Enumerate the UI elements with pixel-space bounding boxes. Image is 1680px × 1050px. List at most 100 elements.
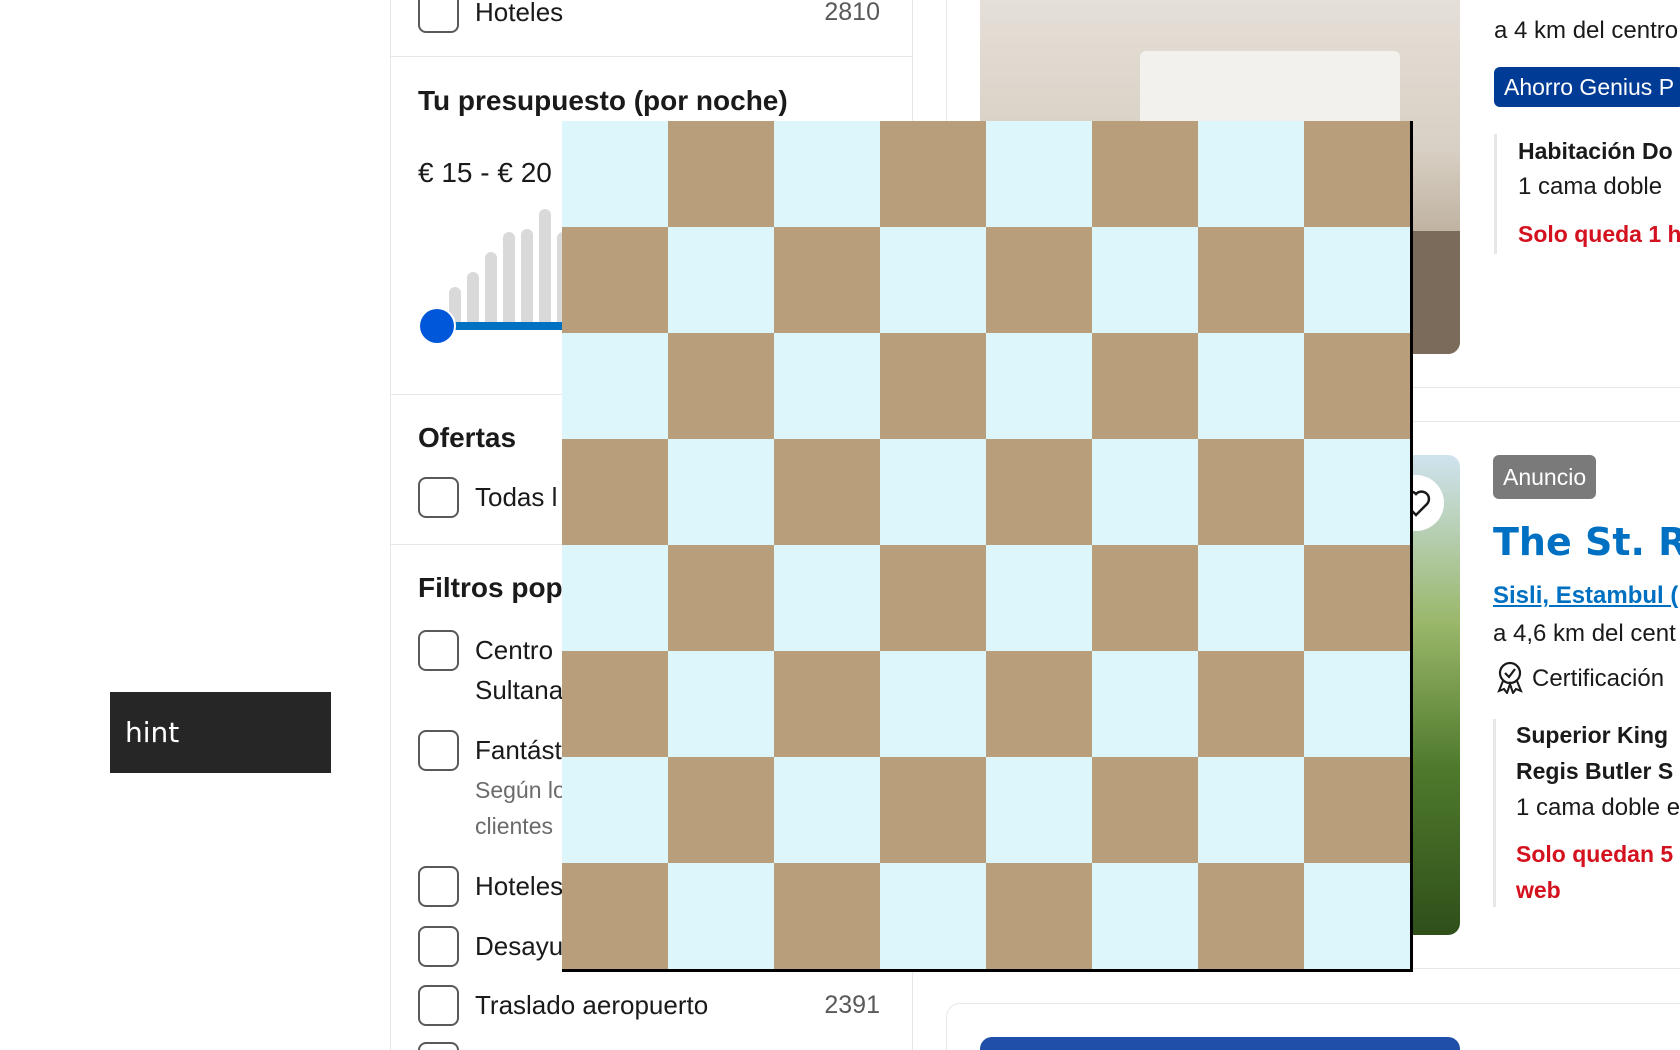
filter-label: Desayu: [475, 931, 564, 961]
hotel-name-link[interactable]: The St. Re: [1493, 520, 1680, 564]
checker-square: [880, 439, 986, 545]
filter-checkbox[interactable]: [418, 730, 459, 771]
checker-square: [562, 757, 668, 863]
filter-label: Traslado aeropuerto: [475, 990, 709, 1020]
filter-checkbox[interactable]: [418, 630, 459, 671]
ad-badge: Anuncio: [1493, 455, 1597, 499]
availability-warning: Solo queda 1 h: [1518, 221, 1680, 247]
filter-checkbox[interactable]: [418, 866, 459, 907]
filter-label: Hoteles: [475, 871, 564, 901]
certification-text: Certificación: [1532, 665, 1665, 692]
checker-square: [1092, 545, 1198, 651]
checker-square: [1304, 121, 1410, 227]
histogram-bar: [521, 229, 533, 327]
filter-row-next[interactable]: [418, 1042, 880, 1050]
checker-square: [1198, 863, 1304, 969]
checker-square: [1304, 227, 1410, 333]
result-card: [946, 1003, 1680, 1050]
checker-square: [562, 651, 668, 757]
checkerboard-overlay: [562, 121, 1413, 972]
checker-square: [986, 121, 1092, 227]
bed-info: 1 cama doble: [1518, 173, 1663, 200]
histogram-bar: [467, 272, 479, 327]
bed-info: 1 cama doble e: [1516, 794, 1680, 821]
room-name: Habitación Do: [1518, 138, 1673, 164]
checker-square: [1304, 439, 1410, 545]
checker-square: [880, 545, 986, 651]
hotel-photo[interactable]: [980, 1037, 1460, 1050]
genius-badge: Ahorro Genius P: [1494, 67, 1680, 107]
filter-checkbox[interactable]: [418, 926, 459, 967]
filter-checkbox[interactable]: [418, 985, 459, 1026]
checker-square: [880, 863, 986, 969]
filter-label: Centro: [475, 635, 554, 665]
checker-square: [562, 227, 668, 333]
checker-square: [668, 863, 774, 969]
distance-text: a 4 km del centro: [1494, 17, 1679, 44]
checker-square: [562, 333, 668, 439]
filter-count: 2391: [824, 991, 880, 1019]
checker-square: [1092, 651, 1198, 757]
checker-square: [880, 651, 986, 757]
checker-square: [1198, 333, 1304, 439]
filter-label-line2: Sultana: [475, 675, 564, 705]
histogram-bar: [485, 252, 497, 327]
filter-label: Hoteles: [475, 0, 564, 27]
checker-square: [562, 863, 668, 969]
checker-square: [1304, 651, 1410, 757]
filter-row-traslado[interactable]: Traslado aeropuerto 2391: [418, 985, 880, 1027]
availability-warning: Solo quedan 5: [1516, 841, 1674, 867]
room-divider: [1494, 134, 1497, 254]
filter-sublabel: clientes: [475, 813, 553, 839]
checker-square: [668, 545, 774, 651]
room-name: Superior King: [1516, 722, 1669, 748]
filter-row-hoteles[interactable]: Hoteles 2810: [418, 0, 880, 34]
checker-square: [774, 227, 880, 333]
distance-text: a 4,6 km del cent: [1493, 620, 1676, 647]
filter-checkbox[interactable]: [418, 1042, 459, 1050]
filter-label: Fantást: [475, 735, 562, 765]
checker-square: [774, 757, 880, 863]
checker-square: [774, 439, 880, 545]
availability-warning-line2: web: [1516, 877, 1561, 903]
checker-square: [1198, 651, 1304, 757]
checker-square: [986, 757, 1092, 863]
checker-square: [880, 121, 986, 227]
checker-square: [1092, 863, 1198, 969]
certification-badge-icon: [1493, 660, 1527, 696]
checker-square: [1304, 545, 1410, 651]
checker-square: [1092, 121, 1198, 227]
filter-checkbox[interactable]: [418, 477, 459, 518]
checker-square: [986, 333, 1092, 439]
checker-square: [774, 121, 880, 227]
checker-square: [562, 121, 668, 227]
location-link[interactable]: Sisli, Estambul (: [1493, 582, 1678, 610]
checker-square: [668, 121, 774, 227]
checker-square: [880, 227, 986, 333]
checker-square: [1304, 863, 1410, 969]
checker-square: [668, 439, 774, 545]
checker-square: [668, 333, 774, 439]
offers-title: Ofertas: [418, 422, 517, 453]
filter-label: Todas l: [475, 482, 558, 512]
checker-square: [986, 439, 1092, 545]
filter-checkbox[interactable]: [418, 0, 459, 33]
checker-square: [562, 545, 668, 651]
checker-square: [774, 545, 880, 651]
hint-tooltip: hint: [110, 692, 331, 773]
property-type-section: Hoteles 2810: [391, 0, 912, 57]
price-slider-min-handle[interactable]: [420, 309, 454, 343]
checker-square: [668, 227, 774, 333]
popular-filters-title: Filtros pop: [418, 572, 563, 603]
checker-square: [986, 651, 1092, 757]
checker-square: [1198, 227, 1304, 333]
checker-square: [880, 757, 986, 863]
checker-square: [668, 651, 774, 757]
checker-square: [986, 545, 1092, 651]
checker-square: [1092, 439, 1198, 545]
checker-square: [986, 863, 1092, 969]
checker-square: [1304, 333, 1410, 439]
checker-square: [1198, 757, 1304, 863]
checker-square: [1092, 227, 1198, 333]
checker-square: [880, 333, 986, 439]
